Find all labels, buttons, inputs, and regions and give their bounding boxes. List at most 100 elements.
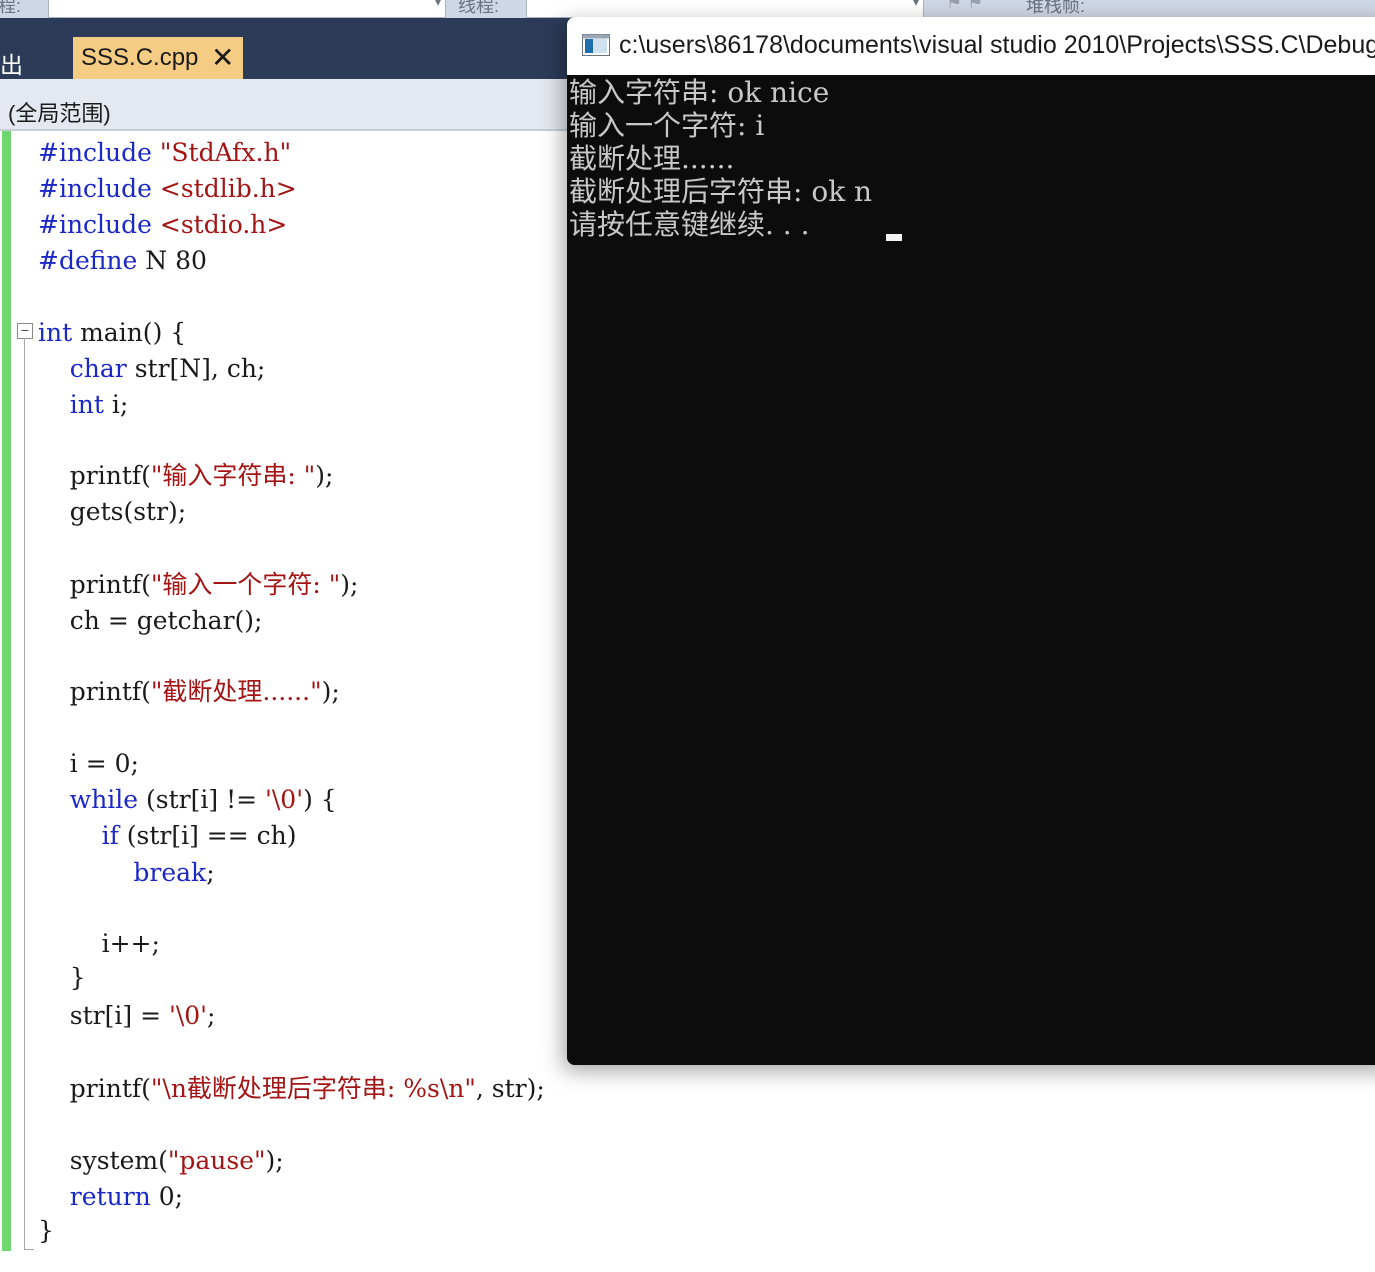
change-tracking-bar (2, 131, 11, 1251)
code-text: i++; (38, 929, 160, 958)
code-line[interactable]: printf("输入一个字符: "); (38, 570, 359, 600)
code-text: ch = getchar(); (38, 606, 263, 635)
console-output: 请按任意键继续. . . 截断处理后字符串: ok n 截断处理...... 输入一… (567, 75, 1375, 1065)
code-keyword: while (69, 785, 139, 814)
code-string: "StdAfx.h" (159, 138, 292, 167)
code-text: ; (207, 1001, 216, 1030)
console-titlebar[interactable]: c:\users\86178\documents\visual studio 2… (567, 17, 1375, 76)
code-line[interactable]: printf("输入字符串: "); (38, 461, 334, 491)
console-output-line: 截断处理...... (569, 142, 735, 175)
code-keyword: #include (38, 138, 160, 167)
console-app-icon (582, 34, 610, 56)
code-text: str[i] = (38, 1001, 169, 1030)
code-line[interactable]: break; (38, 858, 215, 888)
code-text: ); (265, 1146, 284, 1175)
console-output-line: 截断处理后字符串: ok n (569, 175, 873, 208)
code-line[interactable]: printf("\n截断处理后字符串: %s\n", str); (38, 1074, 545, 1104)
code-line[interactable]: } (38, 963, 86, 993)
flag-threads-icon[interactable]: ⚑ ⚑ (946, 0, 983, 13)
code-line[interactable]: str[i] = '\0'; (38, 1001, 216, 1031)
console-output-line: 输入一个字符: i (569, 109, 765, 142)
code-line[interactable]: #include "StdAfx.h" (38, 138, 291, 168)
code-line[interactable]: #include <stdlib.h> (38, 174, 297, 204)
code-text: 0; (150, 1182, 184, 1211)
code-text: main() { (72, 318, 187, 347)
code-line[interactable]: if (str[i] == ch) (38, 821, 297, 851)
code-line[interactable]: printf("截断处理......"); (38, 677, 340, 707)
code-string: '\0' (265, 785, 304, 814)
code-text: printf( (38, 461, 151, 490)
code-keyword: char (69, 354, 127, 383)
console-window[interactable]: c:\users\86178\documents\visual studio 2… (567, 17, 1375, 1065)
code-line[interactable]: #define N 80 (38, 246, 207, 276)
code-text: , str); (475, 1074, 545, 1103)
code-string: '\0' (168, 1001, 208, 1030)
code-keyword: #include (38, 174, 160, 203)
code-string: <stdio.h> (159, 210, 288, 239)
outline-guide (24, 338, 25, 1250)
code-text: ) { (303, 785, 337, 814)
code-line[interactable]: gets(str); (38, 497, 186, 527)
code-string: <stdlib.h> (159, 174, 297, 203)
code-line[interactable]: char str[N], ch; (38, 354, 266, 384)
code-text: } (38, 1216, 54, 1245)
code-text: gets(str); (38, 497, 187, 526)
collapse-icon[interactable]: − (17, 323, 33, 339)
code-line[interactable]: i++; (38, 929, 160, 959)
tab-output[interactable]: 出 (0, 46, 23, 80)
code-text: ); (321, 677, 340, 706)
code-text: printf( (38, 570, 151, 599)
code-line[interactable]: system("pause"); (38, 1146, 284, 1176)
code-line[interactable]: i = 0; (38, 749, 139, 779)
tab-sss-c-cpp[interactable]: SSS.C.cpp ✕ (73, 37, 243, 79)
code-keyword: if (101, 821, 119, 850)
chevron-down-icon: ▾ (434, 0, 441, 9)
thread-dropdown[interactable]: ▾ (526, 0, 924, 18)
code-string: "pause" (167, 1146, 266, 1175)
code-line[interactable]: int i; (38, 390, 129, 420)
code-text: (str[i] != (138, 785, 266, 814)
stack-frame-label: 堆栈帧: (1026, 0, 1086, 16)
code-keyword: break (133, 858, 207, 887)
code-text: ); (340, 570, 359, 599)
debug-toolbar: 进程: ▾ 线程: ▾ ⚑ ⚑ 堆栈帧: (0, 0, 1375, 18)
close-icon[interactable]: ✕ (211, 41, 234, 74)
code-line[interactable]: #include <stdio.h> (38, 210, 287, 240)
code-text: i = 0; (38, 749, 139, 778)
code-string: "输入一个字符: " (150, 570, 341, 599)
code-string: "\n截断处理后字符串: %s\n" (150, 1074, 476, 1103)
code-keyword: int (38, 318, 73, 347)
code-line[interactable]: while (str[i] != '\0') { (38, 785, 337, 815)
code-text: i; (103, 390, 129, 419)
console-title: c:\users\86178\documents\visual studio 2… (619, 31, 1375, 59)
code-line[interactable]: int main() { (38, 318, 186, 348)
code-text: N 80 (137, 246, 207, 275)
scope-label: (全局范围) (8, 101, 111, 126)
code-string: "输入字符串: " (150, 461, 316, 490)
tab-label: SSS.C.cpp (81, 44, 199, 71)
code-line[interactable]: return 0; (38, 1182, 183, 1212)
code-string: "截断处理......" (150, 677, 322, 706)
code-text: printf( (38, 1074, 151, 1103)
code-text: } (38, 963, 86, 992)
code-text: ); (315, 461, 334, 490)
code-text: ; (206, 858, 215, 887)
console-output-line: 请按任意键继续. . . (569, 208, 819, 241)
thread-label: 线程: (458, 0, 500, 16)
code-text: system( (38, 1146, 168, 1175)
text-cursor (886, 234, 902, 241)
process-label: 进程: (0, 0, 22, 16)
code-keyword: int (69, 390, 104, 419)
code-keyword: return (69, 1182, 151, 1211)
code-line[interactable]: ch = getchar(); (38, 606, 263, 636)
code-line[interactable]: } (38, 1216, 54, 1246)
chevron-down-icon: ▾ (912, 0, 919, 9)
code-text: (str[i] == ch) (118, 821, 297, 850)
process-dropdown[interactable]: ▾ (48, 0, 446, 18)
